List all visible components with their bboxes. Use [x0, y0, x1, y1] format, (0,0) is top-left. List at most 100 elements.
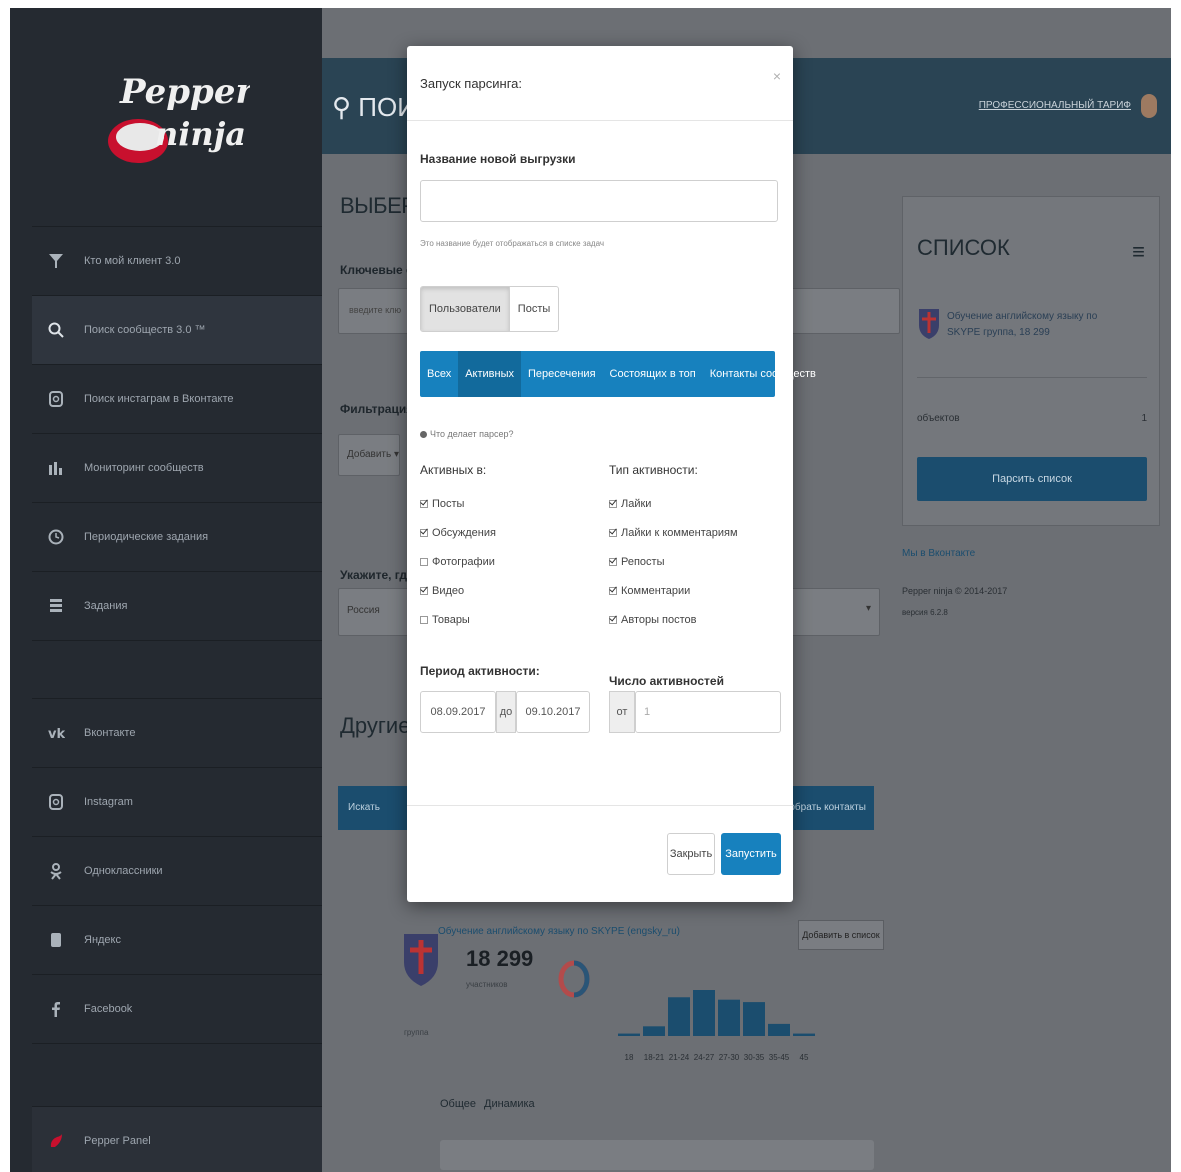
date-to-input[interactable]: 09.10.2017	[516, 691, 590, 733]
sidebar-item-label: Кто мой клиент 3.0	[84, 255, 181, 267]
checkbox-post-authors[interactable]: Авторы постов	[609, 605, 738, 634]
checkbox-discussions-box[interactable]	[420, 528, 428, 537]
tab-members-in-top[interactable]: Состоящих в топ	[603, 351, 703, 397]
sidebar-item-periodic-tasks[interactable]: Периодические задания	[32, 502, 322, 571]
sidebar-item-label: Поиск сообществ 3.0 ™	[84, 324, 206, 336]
entity-type-toggle: Пользователи Посты	[420, 286, 560, 332]
yandex-icon	[46, 930, 66, 950]
tab-dynamics[interactable]: Динамика	[484, 1098, 535, 1110]
age-bar	[743, 1002, 765, 1036]
parser-info-link[interactable]: Что делает парсер?	[420, 429, 513, 439]
segment-posts[interactable]: Посты	[508, 287, 558, 331]
age-bar	[718, 999, 740, 1036]
tab-intersections[interactable]: Пересечения	[521, 351, 603, 397]
age-tick-label: 27-30	[719, 1053, 740, 1062]
menu-icon[interactable]: ≡	[1132, 239, 1145, 265]
checkbox-comments[interactable]: Комментарии	[609, 576, 738, 605]
add-filter-button[interactable]: Добавить ▾	[338, 434, 400, 476]
checkbox-goods[interactable]: Товары	[420, 605, 496, 634]
checkbox-posts[interactable]: Посты	[420, 489, 496, 518]
checkbox-reposts[interactable]: Репосты	[609, 547, 738, 576]
tab-active[interactable]: Активных	[458, 351, 521, 397]
sidebar-item-label: Периодические задания	[84, 531, 209, 543]
close-button[interactable]: Закрыть	[667, 833, 715, 875]
keywords-placeholder: введите клю	[349, 305, 402, 315]
active-in-group: Активных в: Посты Обсуждения Фотографии …	[420, 463, 496, 634]
avatar[interactable]	[1141, 94, 1157, 118]
checkbox-post-authors-box[interactable]	[609, 615, 617, 624]
checkbox-photos[interactable]: Фотографии	[420, 547, 496, 576]
age-bar	[768, 1023, 790, 1036]
checkbox-comment-likes[interactable]: Лайки к комментариям	[609, 518, 738, 547]
date-from-input[interactable]: 08.09.2017	[420, 691, 496, 733]
bar-chart-icon	[46, 458, 66, 478]
vk-group-link[interactable]: Мы в Вконтакте	[902, 548, 975, 559]
sidebar-item-pepper-panel[interactable]: Pepper Panel	[32, 1106, 322, 1172]
checkbox-likes[interactable]: Лайки	[609, 489, 738, 518]
segment-users[interactable]: Пользователи	[421, 287, 509, 331]
checkbox-posts-label: Посты	[432, 497, 465, 510]
group-avatar[interactable]	[396, 928, 446, 988]
sidebar-main-nav: Кто мой клиент 3.0 Поиск сообществ 3.0 ™…	[32, 226, 322, 641]
add-to-list-label: Добавить в список	[802, 930, 880, 940]
gender-ring-chart	[556, 958, 592, 1000]
checkbox-video-label: Видео	[432, 584, 465, 597]
checkbox-comments-box[interactable]	[609, 586, 617, 595]
search-results-button[interactable]: Искать	[348, 802, 380, 813]
group-type: группа	[404, 1028, 429, 1037]
pepper-ninja-logo[interactable]: Pepper ninja	[100, 63, 255, 183]
tab-community-contacts[interactable]: Контакты сообществ	[703, 351, 823, 397]
group-avatar-image	[404, 934, 438, 986]
checkbox-likes-box[interactable]	[609, 499, 617, 508]
sidebar-item-tasks[interactable]: Задания	[32, 571, 322, 641]
activity-count-label: Число активностей	[609, 674, 724, 688]
card-footer-bar	[440, 1140, 874, 1170]
checkbox-comment-likes-box[interactable]	[609, 528, 617, 537]
checkbox-video-box[interactable]	[420, 586, 428, 595]
app-frame: Pepper ninja Кто мой клиент 3.0 Поиск со…	[10, 8, 1171, 1172]
activity-count-input[interactable]: 1	[635, 691, 781, 733]
vk-icon: vk	[46, 723, 66, 743]
run-button[interactable]: Запустить	[721, 833, 781, 875]
period-label: Период активности:	[420, 664, 540, 678]
sidebar-item-who-is-my-client[interactable]: Кто мой клиент 3.0	[32, 226, 322, 295]
clock-icon	[46, 527, 66, 547]
tab-all[interactable]: Всех	[420, 351, 458, 397]
group-name-link[interactable]: Обучение английскому языку по SKYPE (eng…	[438, 926, 680, 937]
parse-list-button[interactable]: Парсить список	[917, 457, 1147, 501]
sidebar-item-vkontakte[interactable]: vk Вконтакте	[32, 698, 322, 767]
tab-general[interactable]: Общее	[440, 1098, 476, 1110]
user-tariff-link[interactable]: ПРОФЕССИОНАЛЬНЫЙ ТАРИФ	[979, 100, 1131, 111]
location-value: Россия	[347, 605, 380, 616]
checkbox-video[interactable]: Видео	[420, 576, 496, 605]
sidebar-item-yandex[interactable]: Яндекс	[32, 905, 322, 974]
close-icon[interactable]: ×	[773, 68, 781, 84]
parsing-modal: Запуск парсинга: × Название новой выгруз…	[407, 46, 816, 902]
search-icon: ⚲	[332, 92, 352, 122]
sidebar-item-instagram[interactable]: Instagram	[32, 767, 322, 836]
sidebar-item-odnoklassniki[interactable]: Одноклассники	[32, 836, 322, 905]
checkbox-photos-box[interactable]	[420, 557, 428, 566]
checkbox-reposts-box[interactable]	[609, 557, 617, 566]
export-name-input[interactable]	[420, 180, 778, 222]
age-tick-label: 45	[800, 1053, 809, 1062]
sidebar-item-facebook[interactable]: Facebook	[32, 974, 322, 1044]
sidebar-item-instagram-search[interactable]: Поиск инстаграм в Вконтакте	[32, 364, 322, 433]
add-to-list-button[interactable]: Добавить в список	[798, 920, 884, 950]
checkbox-posts-box[interactable]	[420, 499, 428, 508]
sidebar-item-monitoring[interactable]: Мониторинг сообществ	[32, 433, 322, 502]
sidebar-item-community-search[interactable]: Поиск сообществ 3.0 ™	[32, 295, 322, 364]
members-count: 18 299	[466, 946, 534, 971]
checkbox-goods-box[interactable]	[420, 615, 428, 624]
export-name-label: Название новой выгрузки	[420, 152, 576, 166]
list-item-link[interactable]: Обучение английскому языку по SKYPE груп…	[947, 309, 1127, 341]
activity-type-label: Тип активности:	[609, 463, 698, 477]
modal-header-divider	[407, 120, 793, 121]
ok-icon	[46, 861, 66, 881]
checkbox-discussions[interactable]: Обсуждения	[420, 518, 496, 547]
checkbox-reposts-label: Репосты	[621, 555, 665, 568]
modal-title: Запуск парсинга:	[420, 76, 523, 91]
age-tick-label: 35-45	[769, 1053, 790, 1062]
collect-contacts-button[interactable]: обрать контакты	[789, 802, 866, 813]
list-item-avatar	[917, 307, 941, 341]
